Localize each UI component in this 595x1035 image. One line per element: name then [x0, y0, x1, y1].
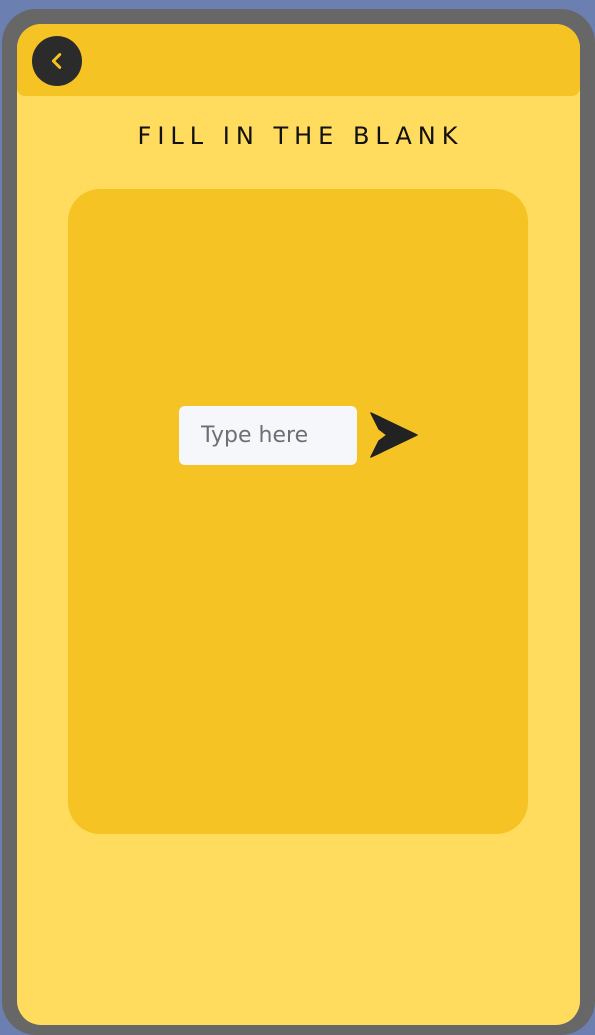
answer-input[interactable] [179, 406, 357, 465]
back-button[interactable] [32, 36, 82, 86]
send-arrow-icon [370, 412, 418, 458]
chevron-left-icon [51, 53, 62, 69]
question-card [68, 189, 528, 834]
send-button[interactable] [368, 409, 420, 461]
page-title: FILL IN THE BLANK [137, 122, 464, 150]
top-bar [17, 24, 580, 96]
app-screen: FILL IN THE BLANK [17, 24, 580, 1025]
